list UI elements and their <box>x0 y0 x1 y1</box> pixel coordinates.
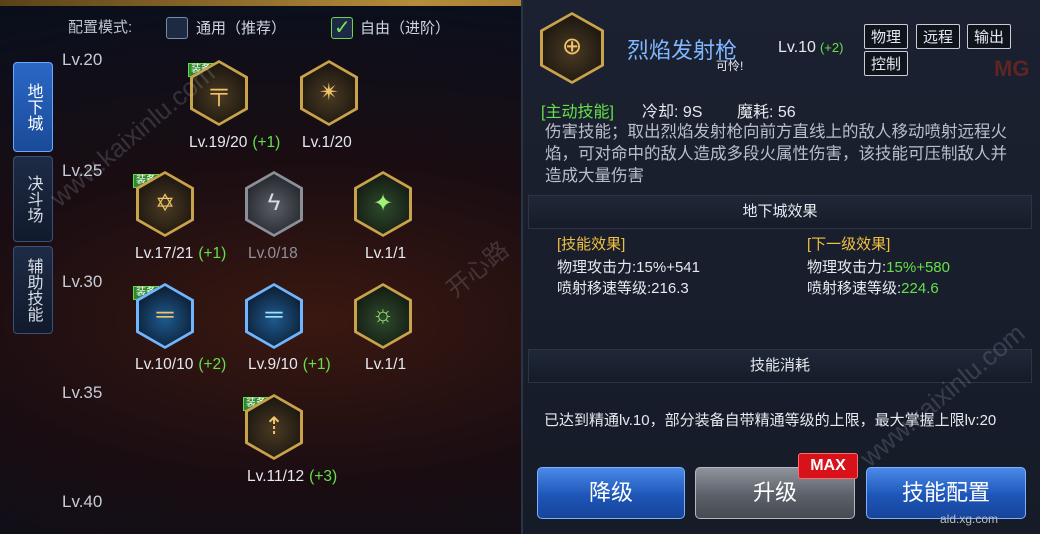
downgrade-button[interactable]: 降级 <box>537 467 685 519</box>
free-mode-label[interactable]: 自由（进阶） <box>360 17 450 38</box>
watermark-corner: ald.xg.com <box>940 512 999 526</box>
max-badge: MAX <box>798 453 858 479</box>
level-label: Lv.20 <box>62 50 103 69</box>
tab-dungeon[interactable]: 地下城 <box>13 62 53 152</box>
skill-detail-level: Lv.10 (+2) <box>778 39 844 56</box>
flamethrower-icon: ═ <box>156 301 174 328</box>
skill-level: Lv.1/1 <box>365 356 407 373</box>
free-mode-checkbox[interactable] <box>331 15 353 40</box>
general-mode-checkbox[interactable] <box>166 17 188 39</box>
watermark: 开心路 <box>441 236 515 304</box>
skill-level: Lv.1/20 <box>302 134 352 151</box>
skill-level: Lv.9/10 (+1) <box>248 356 331 373</box>
skill-tile[interactable]: ✦ <box>354 171 412 237</box>
freeze-gun-icon: ═ <box>265 301 283 328</box>
skill-tile[interactable]: ϟ <box>245 171 303 237</box>
skill-level: Lv.1/1 <box>365 245 407 262</box>
mg-logo: MG <box>994 56 1030 81</box>
skill-level: Lv.10/10 (+2) <box>135 356 227 373</box>
tag-damage: 输出 <box>967 24 1012 49</box>
claw-icon: ϟ <box>267 189 281 216</box>
current-effect-label: [技能效果] <box>557 236 626 253</box>
plasma-gun-icon: ☼ <box>372 301 394 328</box>
rocket-icon: ⇡ <box>263 413 285 440</box>
dungeon-effect-header: 地下城效果 <box>528 195 1032 229</box>
blast-icon: ✴ <box>318 79 340 106</box>
skill-level: Lv.19/20 (+1) <box>189 134 281 151</box>
skill-level: Lv.11/12 (+3) <box>247 468 338 485</box>
skill-subtext: 可怜! <box>716 59 744 73</box>
current-stat: 物理攻击力:15%+541 <box>557 259 700 276</box>
tab-support-skills[interactable]: 辅助技能 <box>13 246 53 334</box>
flamethrower-icon: ⊕ <box>561 33 583 60</box>
general-mode-label[interactable]: 通用（推荐） <box>196 17 286 38</box>
tag-physical: 物理 <box>864 24 909 49</box>
divider <box>521 0 523 534</box>
level-label: Lv.35 <box>62 383 103 402</box>
tag-ranged: 远程 <box>916 24 961 49</box>
skill-level: Lv.0/18 <box>248 245 298 262</box>
tag-control: 控制 <box>864 51 909 76</box>
laser-icon: ✦ <box>372 190 394 217</box>
level-label: Lv.40 <box>62 492 103 511</box>
tab-pvp[interactable]: 决斗场 <box>13 156 53 242</box>
skill-tile[interactable]: ☼ <box>354 283 412 349</box>
current-stat: 喷射移速等级:216.3 <box>557 280 689 297</box>
next-effect-label: [下一级效果] <box>807 236 891 253</box>
next-stat: 喷射移速等级:224.6 <box>807 280 939 297</box>
next-stat: 物理攻击力:15%+580 <box>807 259 950 276</box>
skill-tile[interactable]: ═ <box>245 283 303 349</box>
rifle-icon: ✡ <box>154 190 176 217</box>
level-label: Lv.30 <box>62 272 103 291</box>
skill-description: 伤害技能；取出烈焰发射枪向前方直线上的敌人移动喷射远程火焰，可对命中的敌人造成多… <box>545 123 1007 184</box>
skill-level: Lv.17/21 (+1) <box>135 245 227 262</box>
config-mode-label: 配置模式: <box>68 19 133 36</box>
skill-tile[interactable]: ✴ <box>300 60 358 126</box>
description-box[interactable]: 伤害技能；取出烈焰发射枪向前方直线上的敌人移动喷射远程火焰，可对命中的敌人造成多… <box>528 92 1032 184</box>
